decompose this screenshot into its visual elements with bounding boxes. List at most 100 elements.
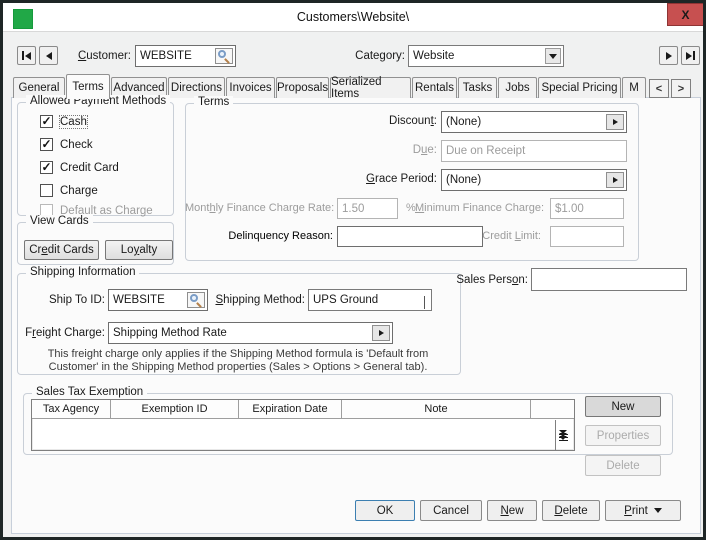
next-record-icon (666, 52, 672, 60)
search-icon (190, 294, 203, 307)
credit-card-label: Credit Card (60, 162, 119, 174)
ship-to-id-label: Ship To ID: (21, 294, 105, 306)
column-header-filler (531, 400, 574, 418)
delinquency-reason-label: Delinquency Reason: (185, 230, 333, 242)
allowed-payment-methods-group: Allowed Payment Methods ✓ Cash ✓ Check ✓… (17, 102, 174, 216)
ship-to-search-button[interactable] (187, 292, 205, 308)
grace-period-dropdown[interactable]: (None) (441, 169, 627, 191)
due-label: Due: (193, 144, 437, 156)
customer-label: Customer: (61, 50, 131, 62)
delete-button[interactable]: Delete (542, 500, 600, 521)
tab-special-pricing[interactable]: Special Pricing (538, 77, 621, 98)
ship-to-id-field[interactable]: WEBSITE (108, 289, 208, 311)
close-button[interactable]: X (667, 3, 704, 26)
last-record-icon (686, 52, 692, 60)
sales-person-field[interactable] (531, 268, 687, 291)
tax-exemption-table[interactable]: Tax Agency Exemption ID Expiration Date … (31, 399, 575, 451)
minimum-finance-charge-label: Minimum Finance Charge: (415, 202, 541, 214)
tab-rentals[interactable]: Rentals (412, 77, 457, 98)
sales-person-label: Sales Person: (453, 274, 528, 286)
freight-charge-dropdown[interactable]: Shipping Method Rate (108, 322, 393, 344)
check-checkbox-row[interactable]: ✓ Check (40, 138, 93, 151)
credit-card-checkbox-row[interactable]: ✓ Credit Card (40, 161, 119, 174)
view-cards-title: View Cards (26, 215, 93, 227)
loyalty-button[interactable]: Loyalty (105, 240, 173, 260)
freight-charge-note: This freight charge only applies if the … (29, 348, 447, 374)
customer-search-button[interactable] (215, 48, 233, 64)
app-icon (13, 9, 33, 29)
first-record-icon (22, 51, 24, 60)
tax-exemption-properties-button: Properties (585, 425, 661, 446)
chevron-down-icon (549, 54, 557, 59)
tab-scroll-left-button[interactable]: < (649, 79, 669, 98)
discount-label: Discount: (193, 115, 437, 127)
arrow-right-icon (613, 177, 618, 183)
tab-scroll-right-button[interactable]: > (671, 79, 691, 98)
column-header-tax-agency[interactable]: Tax Agency (32, 400, 111, 418)
scroll-right-icon: > (678, 83, 684, 95)
tab-serialized-items[interactable]: Serialized Items (330, 77, 411, 98)
credit-card-checkbox[interactable]: ✓ (40, 161, 53, 174)
window-title: Customers\Website\ (3, 3, 703, 32)
scroll-down-icon (559, 436, 568, 441)
column-header-note[interactable]: Note (342, 400, 531, 418)
ok-button[interactable]: OK (355, 500, 415, 521)
credit-cards-button[interactable]: Credit Cards (24, 240, 99, 260)
new-button[interactable]: New (487, 500, 537, 521)
print-button[interactable]: Print (605, 500, 681, 521)
check-checkbox[interactable]: ✓ (40, 138, 53, 151)
search-icon (218, 50, 231, 63)
monthly-finance-charge-rate-field: 1.50 (337, 198, 398, 219)
charge-label: Charge (60, 185, 98, 197)
shipping-method-dropdown[interactable]: UPS Ground (308, 289, 432, 311)
tab-terms[interactable]: Terms (66, 74, 110, 99)
grace-period-expand-button[interactable] (606, 172, 624, 188)
terms-title: Terms (194, 96, 233, 108)
tab-truncated[interactable]: M (622, 77, 646, 98)
scroll-left-icon: < (656, 83, 662, 95)
column-header-exemption-id[interactable]: Exemption ID (111, 400, 239, 418)
discount-dropdown[interactable]: (None) (441, 111, 627, 133)
arrow-right-icon (613, 119, 618, 125)
table-scrollbar[interactable] (555, 420, 570, 450)
category-dropdown[interactable]: Website (408, 45, 564, 67)
cash-checkbox[interactable]: ✓ (40, 115, 53, 128)
credit-limit-label: Credit Limit: (441, 230, 541, 242)
shipping-method-label: Shipping Method: (209, 294, 305, 306)
sales-tax-exemption-title: Sales Tax Exemption (32, 386, 147, 398)
tab-proposals[interactable]: Proposals (276, 77, 329, 98)
shipping-information-title: Shipping Information (26, 266, 139, 278)
tab-directions[interactable]: Directions (168, 77, 225, 98)
discount-expand-button[interactable] (606, 114, 624, 130)
customer-dialog-window: Customers\Website\ X Customer: WEBSITE C… (0, 0, 706, 540)
tax-exemption-new-button[interactable]: New (585, 396, 661, 417)
customer-field[interactable]: WEBSITE (135, 45, 236, 67)
due-field: Due on Receipt (441, 140, 627, 162)
first-record-button[interactable] (17, 46, 36, 65)
cancel-button[interactable]: Cancel (420, 500, 482, 521)
cash-checkbox-row[interactable]: ✓ Cash (40, 115, 87, 128)
arrow-right-icon (379, 330, 384, 336)
charge-checkbox[interactable] (40, 184, 53, 197)
freight-charge-expand-button[interactable] (372, 325, 390, 341)
next-record-button[interactable] (659, 46, 678, 65)
view-cards-group: View Cards Credit Cards Loyalty (17, 222, 174, 265)
previous-record-icon (46, 52, 52, 60)
tab-tasks[interactable]: Tasks (458, 77, 497, 98)
previous-record-button[interactable] (39, 46, 58, 65)
minimum-finance-charge-field: $1.00 (550, 198, 624, 219)
print-dropdown-icon (654, 508, 662, 513)
grace-period-label: Grace Period: (193, 173, 437, 185)
tab-invoices[interactable]: Invoices (226, 77, 275, 98)
tax-exemption-delete-button: Delete (585, 455, 661, 476)
check-label: Check (60, 139, 93, 151)
last-record-button[interactable] (681, 46, 700, 65)
tab-jobs[interactable]: Jobs (498, 77, 537, 98)
category-label: Category: (351, 50, 405, 62)
charge-checkbox-row[interactable]: Charge (40, 184, 98, 197)
column-header-expiration-date[interactable]: Expiration Date (239, 400, 342, 418)
close-icon: X (681, 8, 689, 22)
cash-label: Cash (60, 116, 87, 128)
credit-limit-field (550, 226, 624, 247)
category-dropdown-button[interactable] (545, 48, 561, 64)
